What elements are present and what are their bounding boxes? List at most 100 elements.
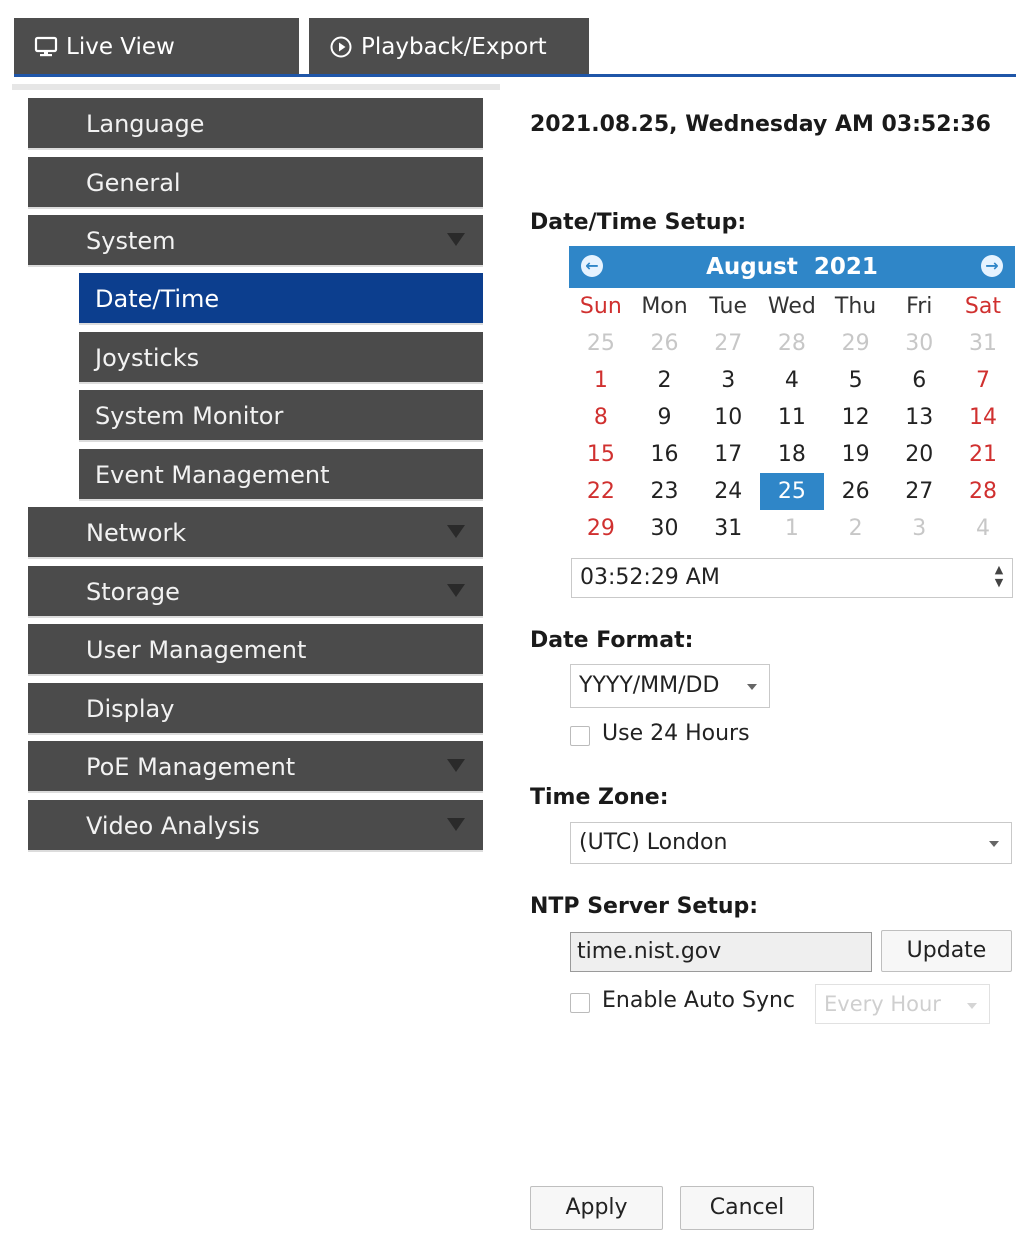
calendar-day[interactable]: 25 [760, 473, 824, 510]
caret-down-icon [747, 684, 757, 690]
sidebar-item-language[interactable]: Language [28, 98, 483, 150]
time-zone-select[interactable]: (UTC) London [570, 822, 1012, 864]
calendar-day[interactable]: 15 [569, 436, 633, 473]
calendar-year[interactable]: 2021 [814, 254, 878, 280]
date-format-select[interactable]: YYYY/MM/DD [570, 664, 770, 708]
calendar-day[interactable]: 20 [887, 436, 951, 473]
use-24-hours-checkbox[interactable] [570, 726, 590, 746]
calendar-grid: Sun Mon Tue Wed Thu Fri Sat 25 26 27 28 29 30 31 1 2 3 4 5… [569, 288, 1015, 547]
ntp-server-input[interactable]: time.nist.gov [570, 932, 872, 972]
tab-playback-export[interactable]: Playback/Export [309, 18, 589, 76]
chevron-down-icon [447, 584, 465, 597]
date-format-label: Date Format: [530, 628, 694, 653]
calendar: ← August 2021 → Sun Mon Tue Wed Thu Fri Sat 25 2… [569, 246, 1015, 548]
calendar-day[interactable]: 18 [760, 436, 824, 473]
calendar-day[interactable]: 10 [696, 399, 760, 436]
calendar-week-row: 29 30 31 1 2 3 4 [569, 510, 1015, 547]
sidebar-item-label: System [86, 227, 176, 255]
sidebar-item-joysticks[interactable]: Joysticks [79, 332, 483, 384]
calendar-weekday: Mon [641, 294, 688, 319]
calendar-weekday: Sun [579, 294, 622, 319]
calendar-day[interactable]: 31 [696, 510, 760, 547]
sidebar-item-network[interactable]: Network [28, 507, 483, 559]
cancel-button[interactable]: Cancel [680, 1186, 814, 1230]
calendar-day-outside-month[interactable]: 27 [696, 325, 760, 362]
sidebar-item-label: General [86, 169, 181, 197]
tab-live-view-label: Live View [66, 34, 175, 60]
sidebar-item-system-monitor[interactable]: System Monitor [79, 390, 483, 442]
tab-live-view[interactable]: Live View [14, 18, 299, 76]
calendar-day-outside-month[interactable]: 4 [951, 510, 1015, 547]
calendar-day-outside-month[interactable]: 2 [824, 510, 888, 547]
calendar-day[interactable]: 17 [696, 436, 760, 473]
calendar-week-row: 15 16 17 18 19 20 21 [569, 436, 1015, 473]
calendar-week-row: 8 9 10 11 12 13 14 [569, 399, 1015, 436]
sidebar-item-date-time[interactable]: Date/Time [79, 273, 483, 325]
calendar-day[interactable]: 22 [569, 473, 633, 510]
calendar-day-outside-month[interactable]: 30 [887, 325, 951, 362]
time-value: 03:52:29 AM [580, 565, 720, 590]
caret-down-icon [989, 841, 999, 847]
calendar-day[interactable]: 7 [951, 362, 1015, 399]
calendar-day[interactable]: 29 [569, 510, 633, 547]
tab-playback-export-label: Playback/Export [361, 34, 547, 60]
calendar-day[interactable]: 27 [887, 473, 951, 510]
apply-button[interactable]: Apply [530, 1186, 663, 1230]
calendar-day[interactable]: 26 [824, 473, 888, 510]
calendar-day[interactable]: 28 [951, 473, 1015, 510]
calendar-day[interactable]: 1 [569, 362, 633, 399]
calendar-day[interactable]: 24 [696, 473, 760, 510]
calendar-day[interactable]: 3 [696, 362, 760, 399]
calendar-day[interactable]: 30 [633, 510, 697, 547]
sidebar-item-display[interactable]: Display [28, 683, 483, 735]
calendar-day-outside-month[interactable]: 25 [569, 325, 633, 362]
time-zone-value: (UTC) London [579, 830, 728, 855]
calendar-day[interactable]: 6 [887, 362, 951, 399]
sidebar-item-video-analysis[interactable]: Video Analysis [28, 800, 483, 852]
sidebar-item-label: Date/Time [95, 285, 220, 313]
calendar-day[interactable]: 21 [951, 436, 1015, 473]
calendar-day[interactable]: 13 [887, 399, 951, 436]
arrow-right-icon[interactable]: → [981, 255, 1003, 277]
calendar-day[interactable]: 5 [824, 362, 888, 399]
calendar-day-outside-month[interactable]: 26 [633, 325, 697, 362]
calendar-day[interactable]: 11 [760, 399, 824, 436]
calendar-day[interactable]: 19 [824, 436, 888, 473]
caret-down-icon [967, 1003, 977, 1009]
calendar-day-outside-month[interactable]: 31 [951, 325, 1015, 362]
calendar-day-outside-month[interactable]: 1 [760, 510, 824, 547]
sidebar-item-label: Network [86, 519, 187, 547]
calendar-week-row: 25 26 27 28 29 30 31 [569, 325, 1015, 362]
spinner-icon[interactable]: ▲ ▼ [992, 563, 1006, 593]
sidebar-item-system[interactable]: System [28, 215, 483, 267]
calendar-day[interactable]: 16 [633, 436, 697, 473]
sidebar-item-storage[interactable]: Storage [28, 566, 483, 618]
calendar-weekday: Wed [767, 294, 816, 319]
calendar-day[interactable]: 4 [760, 362, 824, 399]
calendar-day[interactable]: 8 [569, 399, 633, 436]
sidebar-item-general[interactable]: General [28, 157, 483, 209]
chevron-down-icon [447, 759, 465, 772]
calendar-weekday: Tue [709, 294, 747, 319]
calendar-day-outside-month[interactable]: 28 [760, 325, 824, 362]
calendar-day[interactable]: 12 [824, 399, 888, 436]
sidebar-item-label: Joysticks [95, 344, 200, 372]
calendar-day[interactable]: 2 [633, 362, 697, 399]
sidebar-item-user-management[interactable]: User Management [28, 624, 483, 676]
auto-sync-interval-select[interactable]: Every Hour [815, 984, 990, 1024]
update-button[interactable]: Update [881, 930, 1012, 972]
calendar-day[interactable]: 14 [951, 399, 1015, 436]
calendar-weekday-row: Sun Mon Tue Wed Thu Fri Sat [569, 288, 1015, 325]
calendar-day[interactable]: 9 [633, 399, 697, 436]
time-input[interactable]: 03:52:29 AM ▲ ▼ [571, 558, 1013, 598]
sidebar-item-poe-management[interactable]: PoE Management [28, 741, 483, 793]
calendar-header: ← August 2021 → [569, 246, 1015, 288]
enable-auto-sync-label: Enable Auto Sync [602, 988, 796, 1013]
calendar-day-outside-month[interactable]: 3 [887, 510, 951, 547]
calendar-day-outside-month[interactable]: 29 [824, 325, 888, 362]
enable-auto-sync-checkbox[interactable] [570, 993, 590, 1013]
calendar-month[interactable]: August [706, 254, 798, 280]
calendar-weekday: Sat [964, 294, 1001, 319]
calendar-day[interactable]: 23 [633, 473, 697, 510]
sidebar-item-event-management[interactable]: Event Management [79, 449, 483, 501]
